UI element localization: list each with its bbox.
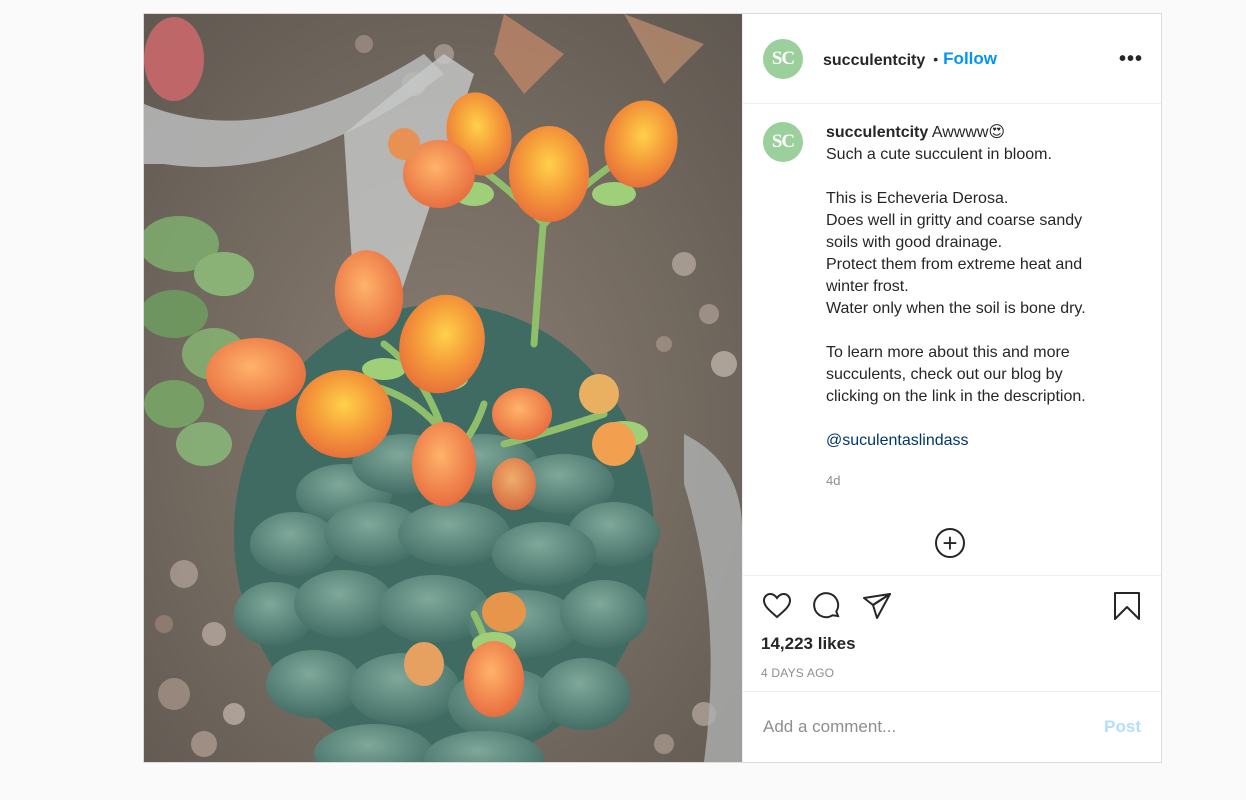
caption-first-line: succulentcity Awwww😍 (826, 122, 1086, 144)
heart-icon[interactable] (761, 590, 793, 622)
avatar[interactable]: SC (763, 38, 803, 79)
follow-button[interactable]: Follow (943, 49, 997, 69)
caption-line: To learn more about this and more (826, 344, 1070, 361)
post-photo[interactable] (144, 14, 742, 762)
comment-input[interactable] (763, 717, 1105, 737)
load-more-comments-icon[interactable]: + (935, 528, 965, 558)
post-timestamp[interactable]: 4 DAYS AGO (761, 666, 1143, 680)
instagram-post: SC succulentcity • Follow ••• SC succule… (143, 13, 1162, 763)
caption-line: clicking on the link in the description. (826, 388, 1086, 405)
caption-line: Protect them from extreme heat and (826, 256, 1083, 273)
caption-avatar[interactable]: SC (763, 122, 803, 162)
post-details-panel: SC succulentcity • Follow ••• SC succule… (742, 14, 1161, 762)
username-link[interactable]: succulentcity (823, 52, 925, 70)
post-comment-button[interactable]: Post (1104, 717, 1141, 737)
caption-text: succulentcity Awwww😍 Such a cute succule… (826, 122, 1086, 492)
caption-timestamp[interactable]: 4d (826, 470, 1086, 492)
caption-line: Does well in gritty and coarse sandy (826, 212, 1083, 229)
add-comment-bar: Post (743, 692, 1161, 762)
separator-dot: • (933, 50, 939, 67)
caption-line: This is Echeveria Derosa. (826, 190, 1009, 207)
caption: SC succulentcity Awwww😍 Such a cute succ… (763, 122, 1141, 492)
caption-first-text: Awwww😍 (931, 124, 1006, 141)
caption-username[interactable]: succulentcity (826, 124, 928, 141)
caption-line: succulents, check out our blog by (826, 366, 1063, 383)
comments-section: SC succulentcity Awwww😍 Such a cute succ… (743, 104, 1161, 576)
caption-line: winter frost. (826, 278, 909, 295)
caption-line: Such a cute succulent in bloom. (826, 146, 1052, 163)
post-header: SC succulentcity • Follow ••• (743, 14, 1161, 104)
caption-line: soils with good drainage. (826, 234, 1003, 251)
comment-icon[interactable] (811, 590, 843, 622)
succulent-image (144, 14, 742, 762)
action-icons (761, 590, 1143, 622)
post-actions: 14,223 likes 4 DAYS AGO (743, 576, 1161, 692)
more-options-icon[interactable]: ••• (1119, 49, 1143, 69)
paper-plane-icon[interactable] (861, 590, 893, 622)
caption-line: Water only when the soil is bone dry. (826, 300, 1086, 317)
mention-link[interactable]: @suculentaslindass (826, 432, 969, 449)
likes-count[interactable]: 14,223 likes (761, 634, 1143, 654)
bookmark-icon[interactable] (1111, 590, 1143, 622)
